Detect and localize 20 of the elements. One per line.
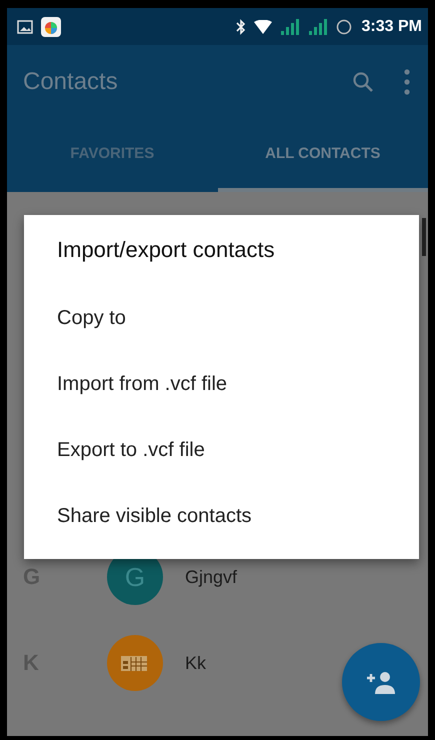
add-person-icon xyxy=(364,669,398,695)
image-icon xyxy=(17,20,33,34)
dialog-title: Import/export contacts xyxy=(56,237,276,264)
bluetooth-icon xyxy=(236,18,246,34)
menu-item[interactable]: Share visible contacts xyxy=(24,483,419,549)
sim-card-icon xyxy=(120,653,150,673)
contact-name[interactable]: Kk xyxy=(185,652,206,674)
signal-icon xyxy=(308,18,328,36)
app-title: Contacts xyxy=(23,68,118,96)
scrollbar xyxy=(422,218,426,256)
menu-item[interactable]: Copy to xyxy=(24,285,419,351)
wifi-icon xyxy=(254,20,272,34)
search-icon[interactable] xyxy=(352,70,374,92)
menu-item[interactable]: Import from .vcf file xyxy=(24,351,419,417)
clock-time: 3:33 PM xyxy=(362,18,422,36)
contact-name[interactable]: Gjngvf xyxy=(185,566,238,588)
app-icon xyxy=(41,16,61,36)
menu-item[interactable]: Export to .vcf file xyxy=(24,417,419,483)
more-options-icon[interactable] xyxy=(404,68,410,94)
signal-icon xyxy=(280,18,300,36)
